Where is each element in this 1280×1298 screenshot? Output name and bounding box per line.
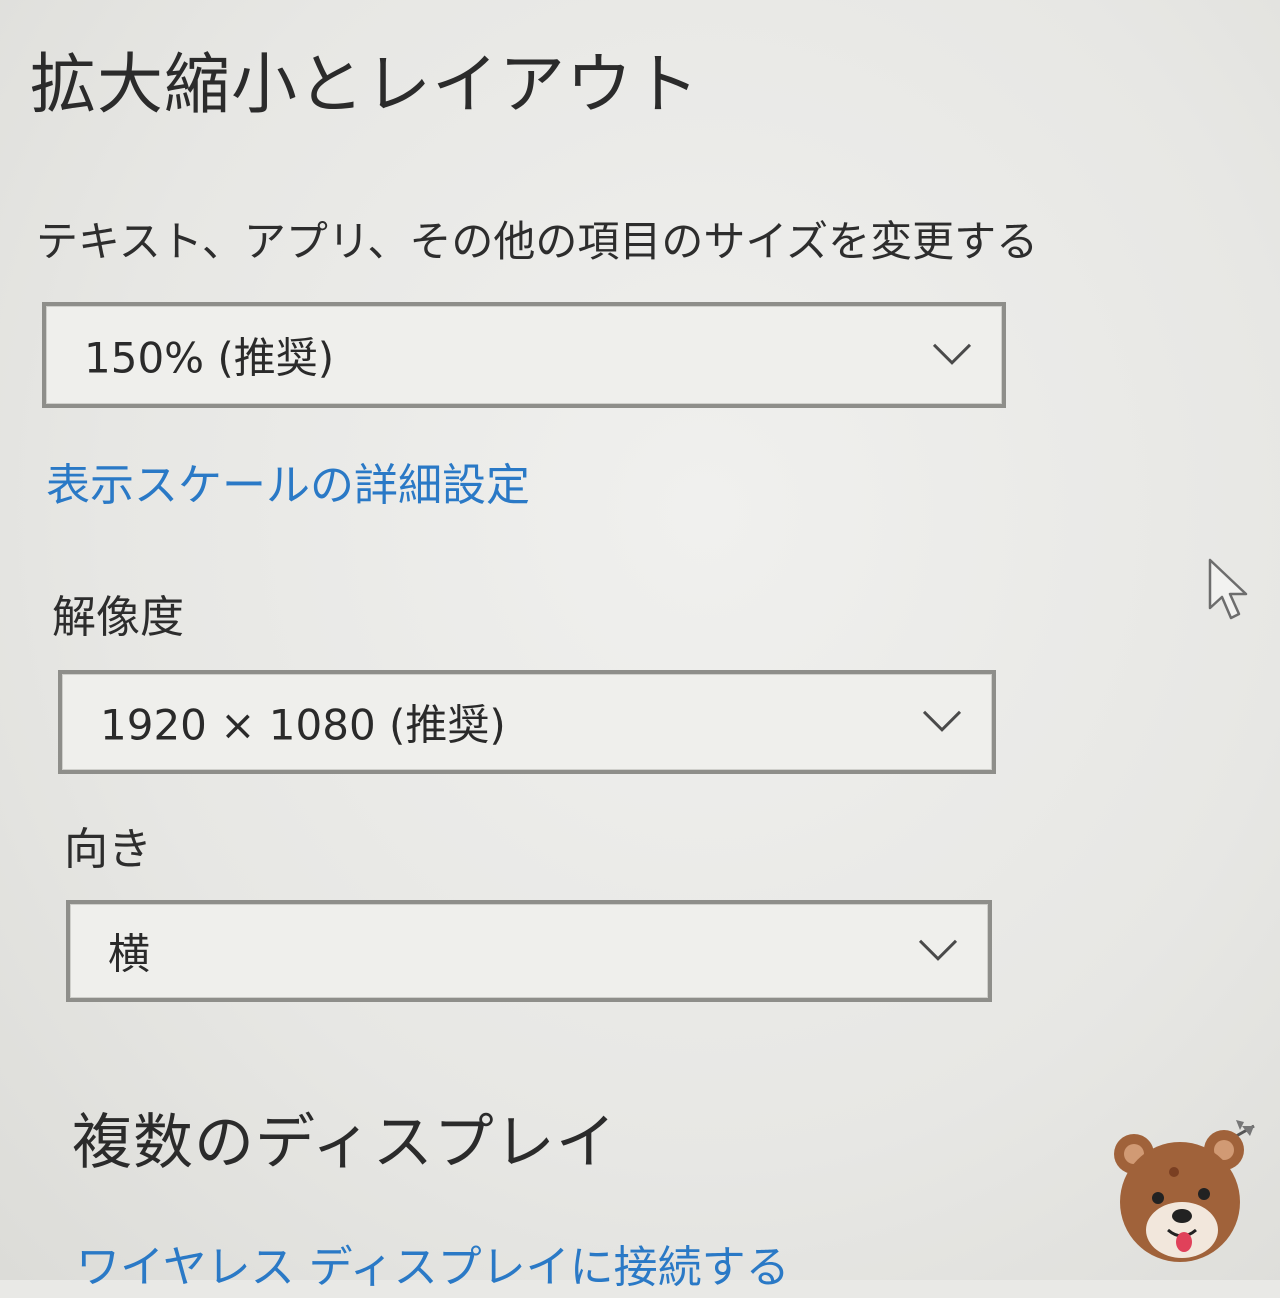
- resolution-value: 1920 × 1080 (推奨): [100, 700, 506, 750]
- resolution-dropdown[interactable]: 1920 × 1080 (推奨): [58, 670, 996, 774]
- chevron-down-icon: [918, 939, 958, 961]
- background: [0, 0, 1280, 1280]
- orientation-label: 向き: [64, 824, 152, 875]
- text-size-label: テキスト、アプリ、その他の項目のサイズを変更する: [36, 217, 1039, 266]
- bear-mascot-icon: [1114, 1120, 1255, 1262]
- text-size-value: 150% (推奨): [84, 333, 335, 383]
- wireless-display-link[interactable]: ワイヤレス ディスプレイに接続する: [76, 1238, 790, 1298]
- advanced-scaling-link[interactable]: 表示スケールの詳細設定: [46, 456, 530, 516]
- chevron-down-icon: [932, 343, 972, 365]
- section-title-multiple-displays: 複数のディスプレイ: [72, 1108, 617, 1178]
- mouse-pointer-icon: [1208, 558, 1248, 620]
- resolution-label: 解像度: [52, 592, 184, 643]
- orientation-value: 横: [108, 929, 151, 979]
- chevron-down-icon: [922, 710, 962, 732]
- text-size-dropdown[interactable]: 150% (推奨): [42, 302, 1006, 408]
- section-title-scale-layout: 拡大縮小とレイアウト: [30, 46, 700, 123]
- orientation-dropdown[interactable]: 横: [66, 900, 992, 1002]
